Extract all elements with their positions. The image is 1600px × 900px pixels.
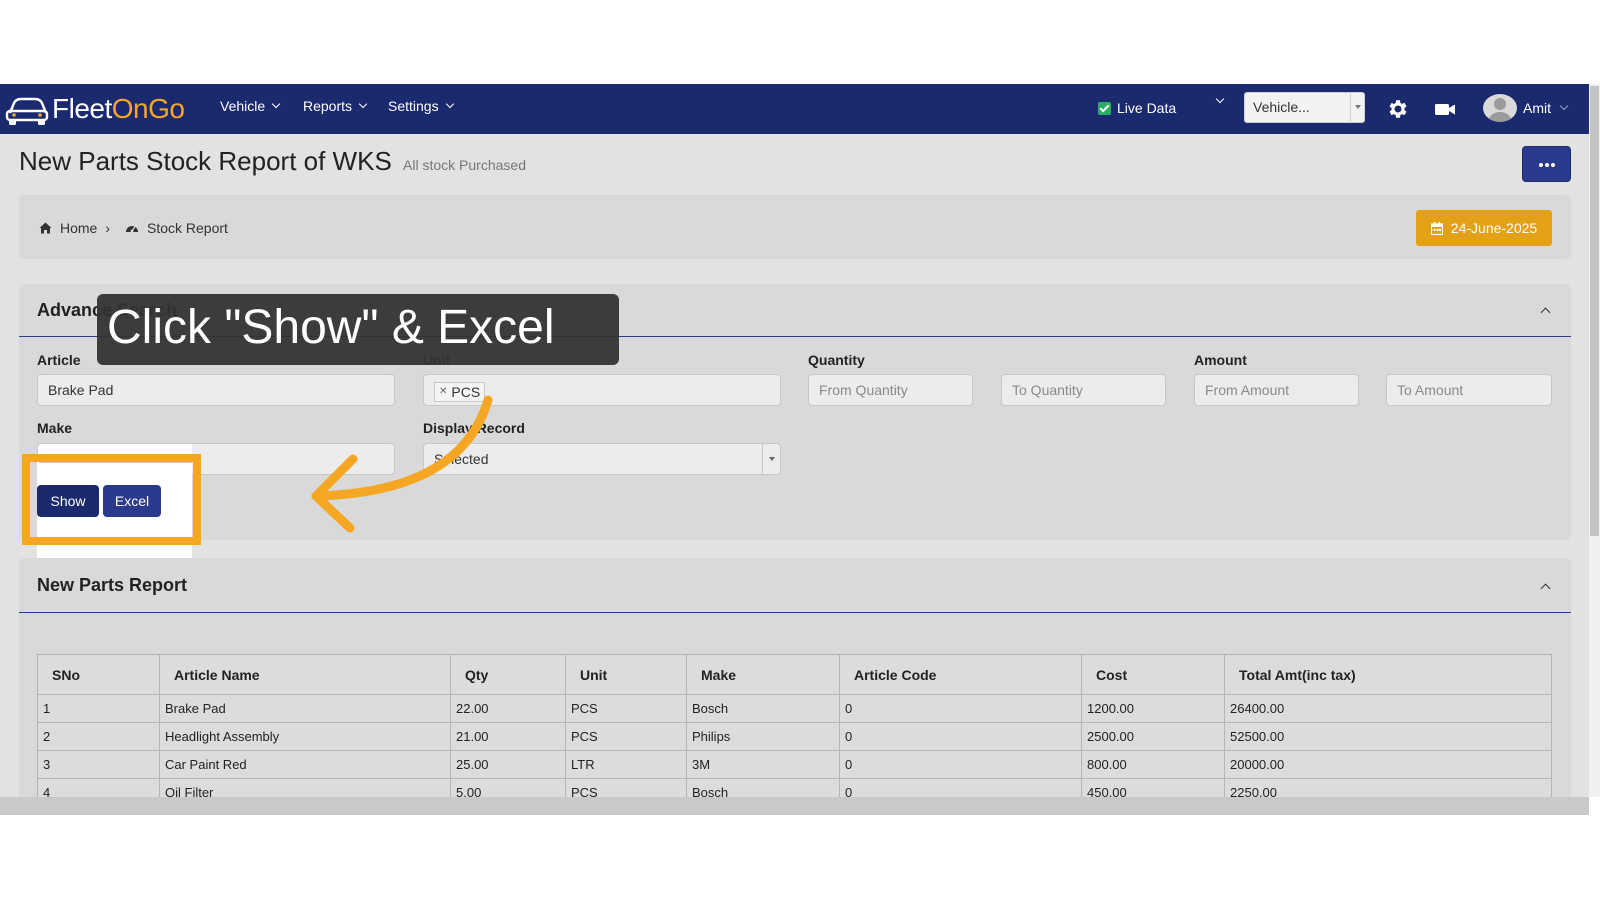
screenshot-stage: FleetOnGo Vehicle Reports Settings Live … — [0, 0, 1600, 900]
pointer-arrow-icon — [311, 395, 493, 533]
